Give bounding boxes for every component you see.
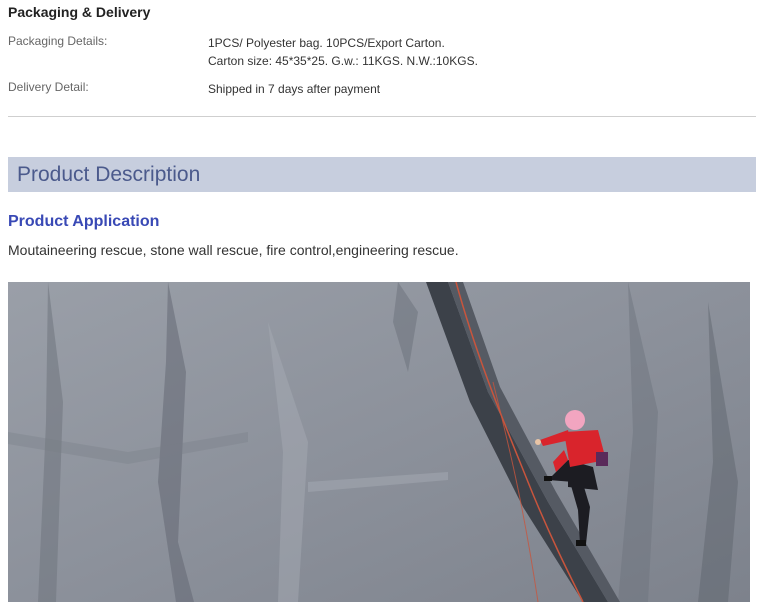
product-application-text: Moutaineering rescue, stone wall rescue,… — [8, 242, 459, 258]
section-divider — [8, 116, 756, 117]
packaging-details-label: Packaging Details: — [8, 34, 108, 48]
packaging-line-2: Carton size: 45*35*25. G.w.: 11KGS. N.W.… — [208, 54, 478, 68]
product-photo — [8, 282, 750, 602]
packaging-line-1: 1PCS/ Polyester bag. 10PCS/Export Carton… — [208, 36, 445, 50]
product-description-header: Product Description — [8, 157, 756, 192]
product-description-title: Product Description — [17, 163, 201, 186]
climber-photo — [8, 282, 750, 602]
delivery-detail-value: Shipped in 7 days after payment — [208, 82, 381, 96]
section-title: Packaging & Delivery — [8, 4, 151, 20]
delivery-detail-label: Delivery Detail: — [8, 80, 89, 94]
packaging-details-value: 1PCS/ Polyester bag. 10PCS/Export Carton… — [208, 34, 478, 70]
product-application-title: Product Application — [8, 213, 160, 230]
